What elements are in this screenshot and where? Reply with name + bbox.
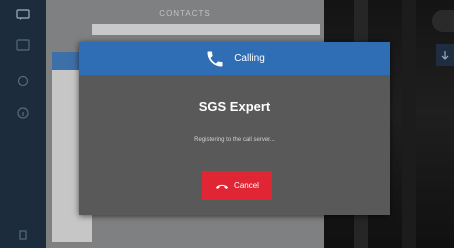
- call-status-text: Registering to the call server...: [194, 137, 275, 143]
- chat-icon[interactable]: [15, 8, 31, 22]
- video-stripe: [402, 0, 416, 248]
- contacts-search-input[interactable]: [92, 24, 320, 35]
- contact-name: SGS Expert: [198, 99, 271, 114]
- contacts-icon[interactable]: [15, 38, 31, 52]
- calling-dialog: Calling SGS Expert Registering to the ca…: [79, 42, 390, 215]
- settings-icon[interactable]: [15, 74, 31, 88]
- logout-icon[interactable]: [15, 228, 31, 242]
- side-action-button[interactable]: [436, 44, 454, 66]
- left-navigation-rail: [0, 0, 46, 248]
- info-icon[interactable]: [15, 106, 31, 120]
- phone-icon: [204, 48, 226, 70]
- cancel-call-button[interactable]: Cancel: [202, 171, 272, 200]
- hang-up-icon: [215, 178, 229, 193]
- dialog-title: Calling: [234, 53, 265, 64]
- dialog-header: Calling: [79, 42, 390, 75]
- contacts-title: CONTACTS: [159, 9, 211, 18]
- cancel-button-label: Cancel: [234, 181, 259, 190]
- toggle-button[interactable]: [432, 10, 454, 32]
